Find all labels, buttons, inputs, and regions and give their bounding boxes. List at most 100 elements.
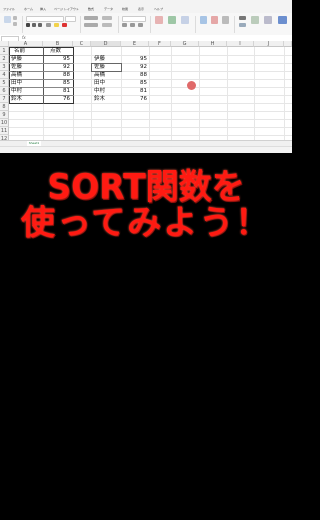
source-name-cell[interactable]: 中村 bbox=[11, 87, 41, 95]
row-header-7[interactable]: 7 bbox=[0, 95, 9, 103]
ribbon-separator bbox=[195, 16, 196, 33]
insert-cells-icon[interactable] bbox=[200, 16, 207, 24]
row-header-6[interactable]: 6 bbox=[0, 87, 9, 95]
sort-filter-icon[interactable] bbox=[251, 16, 259, 24]
source-score-cell[interactable]: 76 bbox=[45, 95, 70, 103]
status-bar bbox=[0, 146, 292, 153]
column-header-c[interactable]: C bbox=[73, 41, 91, 47]
borders-icon[interactable] bbox=[46, 23, 51, 27]
row-header-8[interactable]: 8 bbox=[0, 103, 9, 111]
row-header-1[interactable]: 1 bbox=[0, 47, 9, 55]
row-header-3[interactable]: 3 bbox=[0, 63, 9, 71]
cut-icon[interactable] bbox=[13, 16, 17, 20]
align-left-icon[interactable] bbox=[84, 23, 98, 27]
source-name-cell[interactable]: 高橋 bbox=[11, 71, 41, 79]
comma-icon[interactable] bbox=[138, 23, 143, 27]
click-cursor-indicator bbox=[187, 81, 196, 90]
tab-page-layout[interactable]: ページ レイアウト bbox=[54, 7, 79, 11]
source-name-cell[interactable]: 佐藤 bbox=[11, 63, 41, 71]
sorted-score-cell[interactable]: 95 bbox=[123, 55, 147, 63]
tab-file[interactable]: ファイル bbox=[3, 7, 15, 11]
ribbon bbox=[0, 13, 292, 36]
column-header-e[interactable]: E bbox=[121, 41, 149, 47]
tab-formulas[interactable]: 数式 bbox=[88, 7, 94, 11]
tab-review[interactable]: 校閲 bbox=[122, 7, 128, 11]
cell-styles-icon[interactable] bbox=[181, 16, 189, 24]
sorted-score-cell[interactable]: 92 bbox=[123, 63, 147, 71]
column-header-f[interactable]: F bbox=[149, 41, 171, 47]
title-bar bbox=[0, 0, 292, 7]
row-header-9[interactable]: 9 bbox=[0, 111, 9, 119]
format-cells-icon[interactable] bbox=[222, 16, 229, 24]
analyze-data-icon[interactable] bbox=[278, 16, 287, 24]
column-header-i[interactable]: I bbox=[227, 41, 254, 47]
tab-data[interactable]: データ bbox=[104, 7, 113, 11]
row-header-10[interactable]: 10 bbox=[0, 119, 9, 127]
delete-cells-icon[interactable] bbox=[211, 16, 218, 24]
gridline bbox=[9, 119, 292, 120]
italic-icon[interactable] bbox=[32, 23, 36, 27]
source-score-cell[interactable]: 85 bbox=[45, 79, 70, 87]
wrap-text-icon[interactable] bbox=[102, 16, 112, 20]
tab-insert[interactable]: 挿入 bbox=[40, 7, 46, 11]
fill-color-icon[interactable] bbox=[54, 23, 59, 27]
ribbon-separator bbox=[80, 16, 81, 33]
sorted-name-cell[interactable]: 高橋 bbox=[94, 71, 120, 79]
source-score-cell[interactable]: 92 bbox=[45, 63, 70, 71]
percent-icon[interactable] bbox=[130, 23, 135, 27]
copy-icon[interactable] bbox=[13, 22, 17, 26]
source-score-cell[interactable]: 88 bbox=[45, 71, 70, 79]
sorted-name-cell[interactable]: 伊藤 bbox=[94, 55, 120, 63]
font-name-select[interactable] bbox=[26, 16, 64, 22]
gridline bbox=[9, 127, 292, 128]
font-size-select[interactable] bbox=[65, 16, 76, 22]
autosum-icon[interactable] bbox=[239, 16, 246, 20]
tab-home[interactable]: ホーム bbox=[24, 7, 33, 11]
column-header-d[interactable]: D bbox=[91, 41, 121, 47]
conditional-format-icon[interactable] bbox=[155, 16, 163, 24]
align-top-icon[interactable] bbox=[84, 16, 98, 20]
gridline bbox=[9, 135, 292, 136]
row-header-11[interactable]: 11 bbox=[0, 127, 9, 135]
tab-help[interactable]: ヘルプ bbox=[154, 7, 163, 11]
sorted-score-cell[interactable]: 85 bbox=[123, 79, 147, 87]
sorted-score-cell[interactable]: 88 bbox=[123, 71, 147, 79]
column-header-k[interactable] bbox=[284, 41, 292, 47]
source-name-cell[interactable]: 伊藤 bbox=[11, 55, 41, 63]
source-name-cell[interactable]: 鈴木 bbox=[11, 95, 41, 103]
caption-line-2: 使ってみよう！ bbox=[20, 203, 272, 243]
number-format-select[interactable] bbox=[122, 16, 146, 22]
paste-icon[interactable] bbox=[4, 16, 11, 23]
find-select-icon[interactable] bbox=[264, 16, 272, 24]
sorted-score-cell[interactable]: 76 bbox=[123, 95, 147, 103]
ribbon-separator bbox=[234, 16, 235, 33]
merge-center-icon[interactable] bbox=[102, 23, 112, 27]
column-header-j[interactable]: J bbox=[254, 41, 284, 47]
gridline bbox=[9, 111, 292, 112]
header-name-cell[interactable]: 名前 bbox=[14, 47, 42, 55]
fx-icon[interactable]: fx bbox=[22, 35, 26, 40]
source-score-cell[interactable]: 95 bbox=[45, 55, 70, 63]
format-as-table-icon[interactable] bbox=[168, 16, 176, 24]
row-header-5[interactable]: 5 bbox=[0, 79, 9, 87]
fill-icon[interactable] bbox=[239, 23, 246, 27]
source-score-cell[interactable]: 81 bbox=[45, 87, 70, 95]
underline-icon[interactable] bbox=[38, 23, 42, 27]
source-name-cell[interactable]: 田中 bbox=[11, 79, 41, 87]
currency-icon[interactable] bbox=[122, 23, 127, 27]
bold-icon[interactable] bbox=[26, 23, 30, 27]
tab-view[interactable]: 表示 bbox=[138, 7, 144, 11]
sorted-name-cell[interactable]: 鈴木 bbox=[94, 95, 120, 103]
column-header-h[interactable]: H bbox=[199, 41, 227, 47]
ribbon-separator bbox=[22, 16, 23, 33]
sorted-name-cell[interactable]: 中村 bbox=[94, 87, 120, 95]
sorted-name-cell[interactable]: 田中 bbox=[94, 79, 120, 87]
column-header-g[interactable]: G bbox=[171, 41, 199, 47]
header-score-cell[interactable]: 点数 bbox=[50, 47, 72, 55]
excel-window: ファイル ホーム 挿入 ページ レイアウト 数式 データ 校閲 表示 ヘルプ f… bbox=[0, 0, 292, 153]
selected-cell-outline bbox=[91, 63, 122, 72]
row-header-4[interactable]: 4 bbox=[0, 71, 9, 79]
sorted-score-cell[interactable]: 81 bbox=[123, 87, 147, 95]
row-header-2[interactable]: 2 bbox=[0, 55, 9, 63]
font-color-icon[interactable] bbox=[62, 23, 67, 27]
